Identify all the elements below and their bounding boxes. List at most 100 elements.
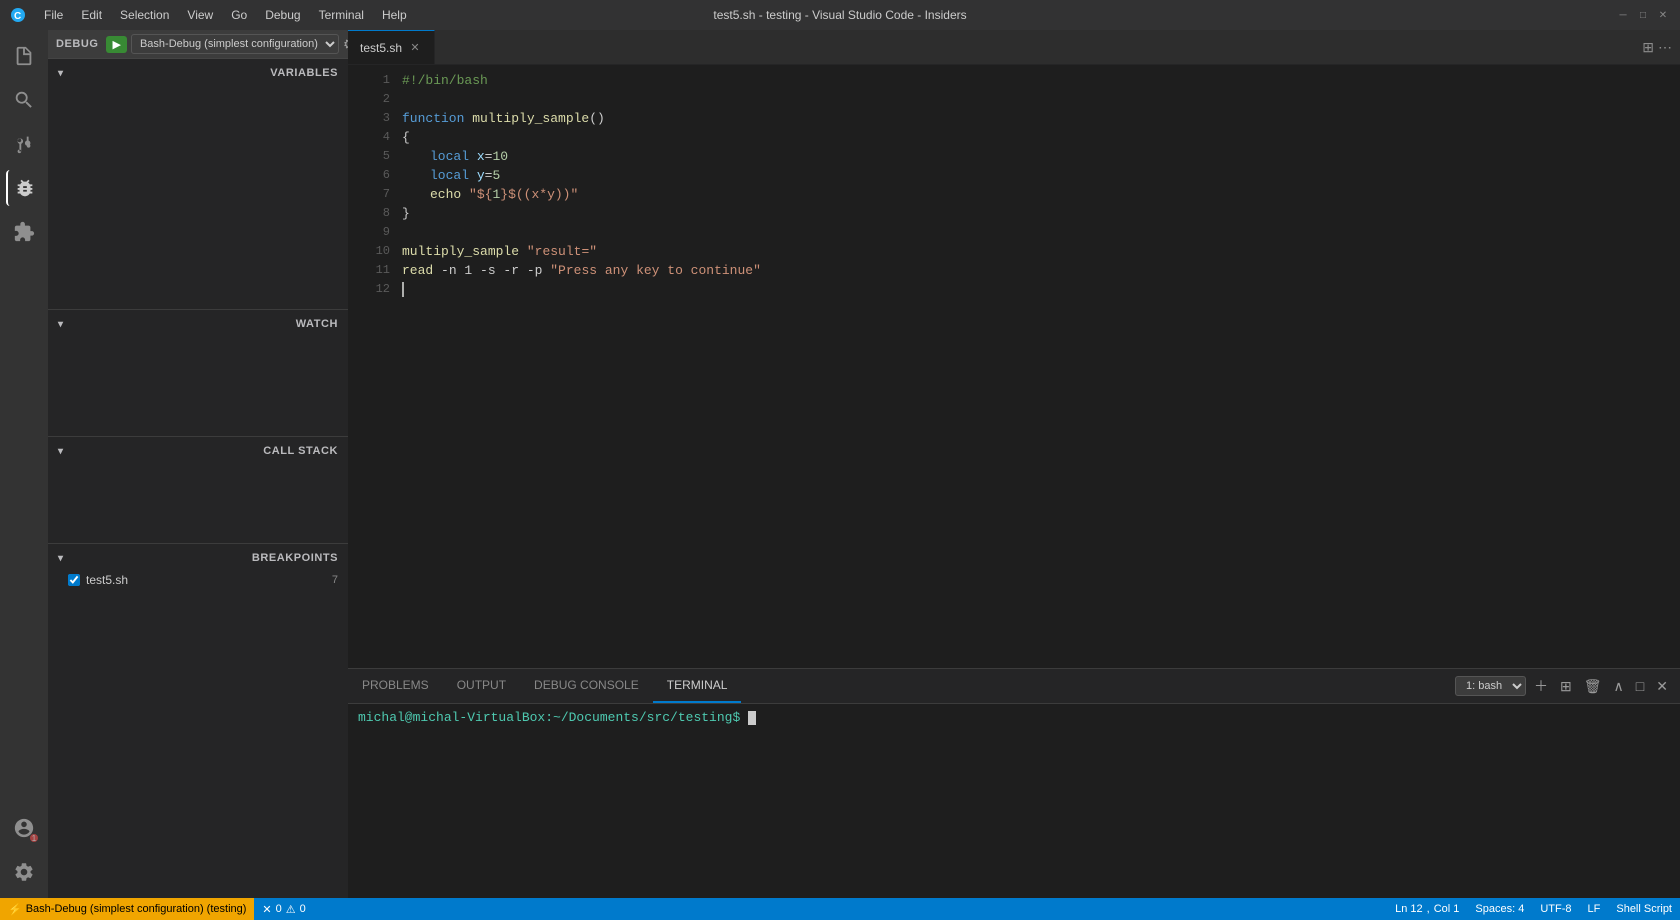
- code-line-4: {: [402, 128, 1680, 147]
- status-errors[interactable]: ✕ 0 ⚠ 0: [254, 898, 313, 920]
- scm-activity-icon[interactable]: [6, 126, 42, 162]
- terminal-close-button[interactable]: ✕: [1652, 676, 1672, 697]
- terminal-split-button[interactable]: ⊞: [1556, 676, 1576, 697]
- line-num-12: 12: [348, 280, 390, 299]
- debug-config-select[interactable]: Bash-Debug (simplest configuration): [131, 34, 339, 54]
- status-spaces-text: Spaces: 4: [1475, 903, 1524, 915]
- line-num-1: 1: [348, 71, 390, 90]
- menu-help[interactable]: Help: [374, 6, 415, 24]
- line-num-4: 4: [348, 128, 390, 147]
- debug-config-gear-icon[interactable]: ⚙: [343, 36, 348, 53]
- status-encoding-text: UTF-8: [1540, 903, 1571, 915]
- variables-arrow: ▾: [58, 68, 64, 79]
- title-bar-left: C File Edit Selection View Go Debug Term…: [10, 6, 415, 24]
- watch-header[interactable]: ▾ WATCH: [48, 310, 348, 336]
- split-editor-icon[interactable]: ⊞: [1642, 39, 1654, 56]
- code-line-5: local x=10: [402, 147, 1680, 166]
- status-debug-play-icon: ⚡: [8, 903, 22, 916]
- activity-bar-bottom: 1: [6, 810, 42, 898]
- warning-count: 0: [300, 903, 306, 915]
- code-editor[interactable]: 1 2 3 4 5 6 7 8 9 10 11 12 #!/bin/bash: [348, 65, 1680, 668]
- callstack-content: [48, 463, 348, 543]
- status-line-ending-text: LF: [1588, 903, 1601, 915]
- terminal-tab-debug-console[interactable]: DEBUG CONSOLE: [520, 669, 653, 703]
- terminal-actions: 1: bash ＋ ⊞ 🗑 ∧ □ ✕: [1455, 674, 1680, 698]
- code-line-6: local y=5: [402, 166, 1680, 185]
- menu-selection[interactable]: Selection: [112, 6, 177, 24]
- text-cursor: [402, 282, 404, 297]
- close-button[interactable]: ✕: [1656, 8, 1670, 22]
- status-line-col[interactable]: Ln 12, Col 1: [1387, 898, 1467, 920]
- terminal-cursor: [748, 711, 756, 725]
- status-col: Col 1: [1434, 903, 1460, 915]
- status-left: ⚡ Bash-Debug (simplest configuration) (t…: [0, 898, 314, 920]
- terminal-maximize-button[interactable]: □: [1632, 676, 1648, 696]
- breakpoint-item: test5.sh 7: [48, 570, 348, 590]
- code-line-10: multiply_sample "result=": [402, 242, 1680, 261]
- debug-label: DEBUG: [56, 38, 98, 50]
- code-line-12: [402, 280, 1680, 299]
- line-num-10: 10: [348, 242, 390, 261]
- explorer-activity-icon[interactable]: [6, 38, 42, 74]
- search-activity-icon[interactable]: [6, 82, 42, 118]
- menu-view[interactable]: View: [179, 6, 221, 24]
- editor-tab-test5sh[interactable]: test5.sh ✕: [348, 30, 435, 64]
- terminal-tab-problems[interactable]: PROBLEMS: [348, 669, 443, 703]
- line-num-7: 7: [348, 185, 390, 204]
- sidebar: DEBUG ▶ Bash-Debug (simplest configurati…: [48, 30, 348, 898]
- callstack-arrow: ▾: [58, 446, 64, 457]
- status-right: Ln 12, Col 1 Spaces: 4 UTF-8 LF Shell Sc…: [1387, 898, 1680, 920]
- callstack-label: CALL STACK: [263, 445, 338, 457]
- activity-bar: 1: [0, 30, 48, 898]
- maximize-button[interactable]: □: [1636, 8, 1650, 22]
- line-num-8: 8: [348, 204, 390, 223]
- terminal-panel: PROBLEMS OUTPUT DEBUG CONSOLE TERMINAL 1…: [348, 668, 1680, 898]
- line-num-3: 3: [348, 109, 390, 128]
- code-line-11: read -n 1 -s -r -p "Press any key to con…: [402, 261, 1680, 280]
- window-controls: ─ □ ✕: [1616, 8, 1670, 22]
- minimize-button[interactable]: ─: [1616, 8, 1630, 22]
- error-icon: ✕: [262, 903, 271, 916]
- terminal-shell-select[interactable]: 1: bash: [1455, 676, 1526, 696]
- code-line-8: }: [402, 204, 1680, 223]
- breakpoints-arrow: ▾: [58, 553, 64, 564]
- error-count: 0: [276, 903, 282, 915]
- menu-debug[interactable]: Debug: [257, 6, 308, 24]
- tab-close-button[interactable]: ✕: [408, 41, 422, 55]
- title-bar: C File Edit Selection View Go Debug Term…: [0, 0, 1680, 30]
- variables-header[interactable]: ▾ VARIABLES: [48, 59, 348, 85]
- menu-file[interactable]: File: [36, 6, 71, 24]
- line-num-2: 2: [348, 90, 390, 109]
- terminal-add-button[interactable]: ＋: [1530, 674, 1552, 698]
- code-line-9: [402, 223, 1680, 242]
- terminal-content[interactable]: michal@michal-VirtualBox:~/Documents/src…: [348, 704, 1680, 898]
- breakpoint-line-number: 7: [332, 574, 338, 586]
- status-debug-text: Bash-Debug (simplest configuration) (tes…: [26, 903, 247, 915]
- terminal-tab-terminal[interactable]: TERMINAL: [653, 669, 742, 703]
- breakpoints-header[interactable]: ▾ BREAKPOINTS: [48, 544, 348, 570]
- debug-activity-icon[interactable]: [6, 170, 42, 206]
- callstack-header[interactable]: ▾ CALL STACK: [48, 437, 348, 463]
- menu-terminal[interactable]: Terminal: [311, 6, 372, 24]
- breakpoint-checkbox[interactable]: [68, 574, 80, 586]
- status-language[interactable]: Shell Script: [1608, 898, 1680, 920]
- line-num-11: 11: [348, 261, 390, 280]
- warning-icon: ⚠: [286, 903, 296, 916]
- account-activity-icon[interactable]: 1: [6, 810, 42, 846]
- status-spaces[interactable]: Spaces: 4: [1467, 898, 1532, 920]
- settings-activity-icon[interactable]: [6, 854, 42, 890]
- status-ln: Ln 12: [1395, 903, 1423, 915]
- terminal-collapse-up-icon[interactable]: ∧: [1610, 676, 1628, 697]
- debug-play-button[interactable]: ▶: [106, 36, 126, 53]
- menu-go[interactable]: Go: [223, 6, 255, 24]
- status-encoding[interactable]: UTF-8: [1532, 898, 1579, 920]
- extensions-activity-icon[interactable]: [6, 214, 42, 250]
- menu-edit[interactable]: Edit: [73, 6, 110, 24]
- terminal-trash-button[interactable]: 🗑: [1580, 676, 1606, 697]
- terminal-tab-output[interactable]: OUTPUT: [443, 669, 520, 703]
- editor-area: test5.sh ✕ ⊞ ⋯ 1 2 3 4 5 6 7 8: [348, 30, 1680, 898]
- status-line-ending[interactable]: LF: [1580, 898, 1609, 920]
- status-debug-info[interactable]: ⚡ Bash-Debug (simplest configuration) (t…: [0, 898, 254, 920]
- more-actions-icon[interactable]: ⋯: [1658, 39, 1672, 56]
- terminal-prompt: michal@michal-VirtualBox:~/Documents/src…: [358, 710, 740, 725]
